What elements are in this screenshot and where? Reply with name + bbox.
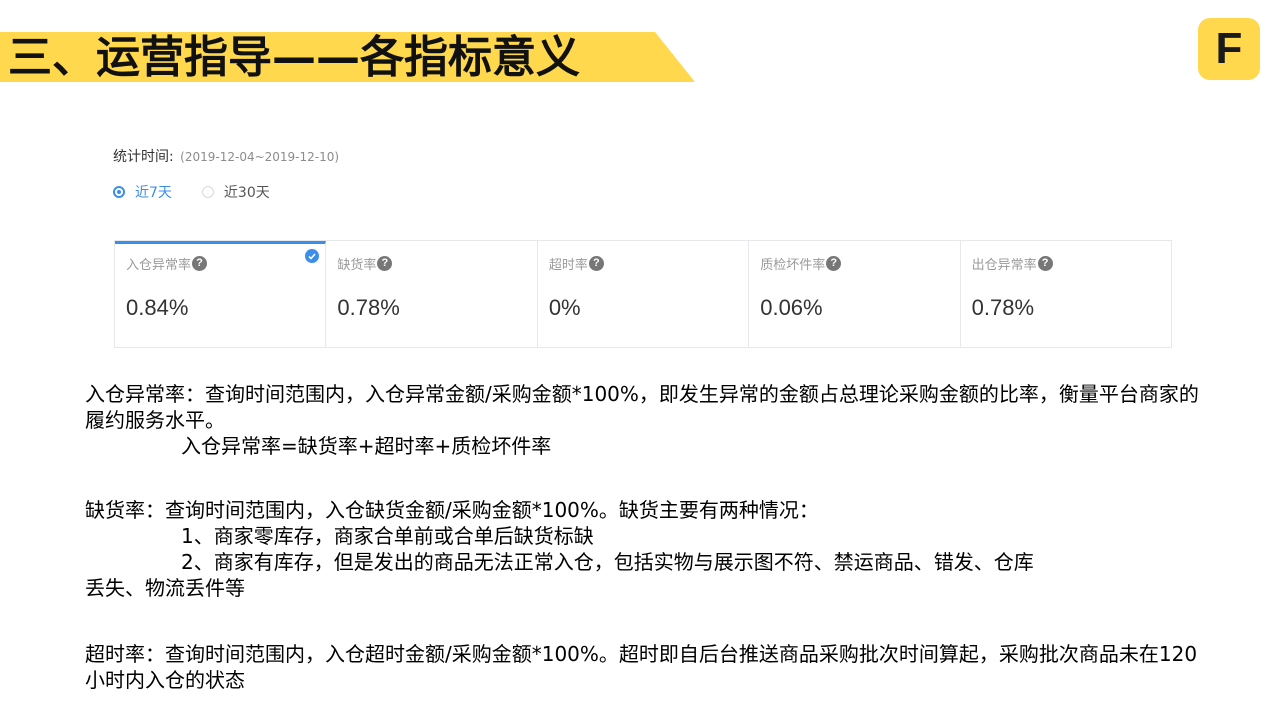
metric-value: 0.78%: [971, 295, 1035, 320]
desc-inbound-text: 入仓异常率：查询时间范围内，入仓异常金额/采购金额*100%，即发生异常的金额占…: [85, 382, 1199, 432]
metric-label: 缺货率: [337, 257, 377, 273]
radio-30-days[interactable]: 近30天: [201, 182, 270, 202]
logo: F: [1198, 18, 1260, 80]
radio-unchecked-icon: [201, 186, 214, 198]
stat-period: 统计时间: (2019-12-04~2019-12-10): [113, 146, 339, 166]
help-icon[interactable]: ?: [826, 255, 842, 271]
desc-timeout: 超时率：查询时间范围内，入仓超时金额/采购金额*100%。超时即自后台推送商品采…: [85, 641, 1210, 693]
range-radio-group: 近7天 近30天: [113, 182, 300, 202]
metric-label: 出仓异常率: [971, 257, 1037, 273]
metric-cards: 入仓异常率 ? 0.84% 缺货率 ? 0.78% 超时率 ? 0% 质检坏件率…: [114, 240, 1172, 348]
metric-card-outbound-exception[interactable]: 出仓异常率 ? 0.78%: [961, 241, 1171, 347]
radio-7-days[interactable]: 近7天: [113, 182, 172, 202]
desc-stockout: 缺货率：查询时间范围内，入仓缺货金额/采购金额*100%。缺货主要有两种情况： …: [85, 497, 1210, 601]
help-icon[interactable]: ?: [588, 255, 604, 271]
desc-timeout-text: 超时率：查询时间范围内，入仓超时金额/采购金额*100%。超时即自后台推送商品采…: [85, 642, 1198, 692]
metric-label: 质检坏件率: [760, 257, 826, 273]
metric-label: 入仓异常率: [126, 257, 192, 273]
desc-stockout-case2-rest: 丢失、物流丢件等: [85, 576, 245, 600]
logo-letter: F: [1215, 24, 1243, 73]
desc-stockout-case2: 2、商家有库存，但是发出的商品无法正常入仓，包括实物与展示图不符、禁运商品、错发…: [181, 550, 1034, 574]
desc-inbound-exception: 入仓异常率：查询时间范围内，入仓异常金额/采购金额*100%，即发生异常的金额占…: [85, 381, 1210, 459]
radio-7-days-label: 近7天: [135, 185, 172, 201]
metric-value: 0.78%: [337, 295, 400, 320]
help-icon[interactable]: ?: [192, 255, 208, 271]
metric-card-stockout[interactable]: 缺货率 ? 0.78%: [326, 241, 538, 347]
metric-value: 0%: [548, 295, 581, 320]
metric-value: 0.06%: [760, 295, 823, 320]
desc-stockout-case1: 1、商家零库存，商家合单前或合单后缺货标缺: [181, 524, 594, 548]
help-icon[interactable]: ?: [377, 255, 393, 271]
metric-card-timeout[interactable]: 超时率 ? 0%: [538, 241, 750, 347]
stat-period-range: (2019-12-04~2019-12-10): [180, 150, 340, 164]
radio-checked-icon: [113, 186, 125, 198]
page-title: 三、运营指导——各指标意义: [8, 32, 580, 83]
metric-value: 0.84%: [126, 295, 189, 320]
desc-stockout-text: 缺货率：查询时间范围内，入仓缺货金额/采购金额*100%。缺货主要有两种情况：: [85, 498, 819, 522]
metric-label: 超时率: [548, 257, 588, 273]
radio-30-days-label: 近30天: [223, 185, 270, 201]
help-icon[interactable]: ?: [1037, 255, 1053, 271]
metric-card-inbound-exception[interactable]: 入仓异常率 ? 0.84%: [115, 241, 327, 347]
stat-period-label: 统计时间:: [113, 149, 174, 165]
desc-inbound-formula: 入仓异常率=缺货率+超时率+质检坏件率: [181, 434, 552, 458]
metric-card-qc-defect[interactable]: 质检坏件率 ? 0.06%: [749, 241, 961, 347]
